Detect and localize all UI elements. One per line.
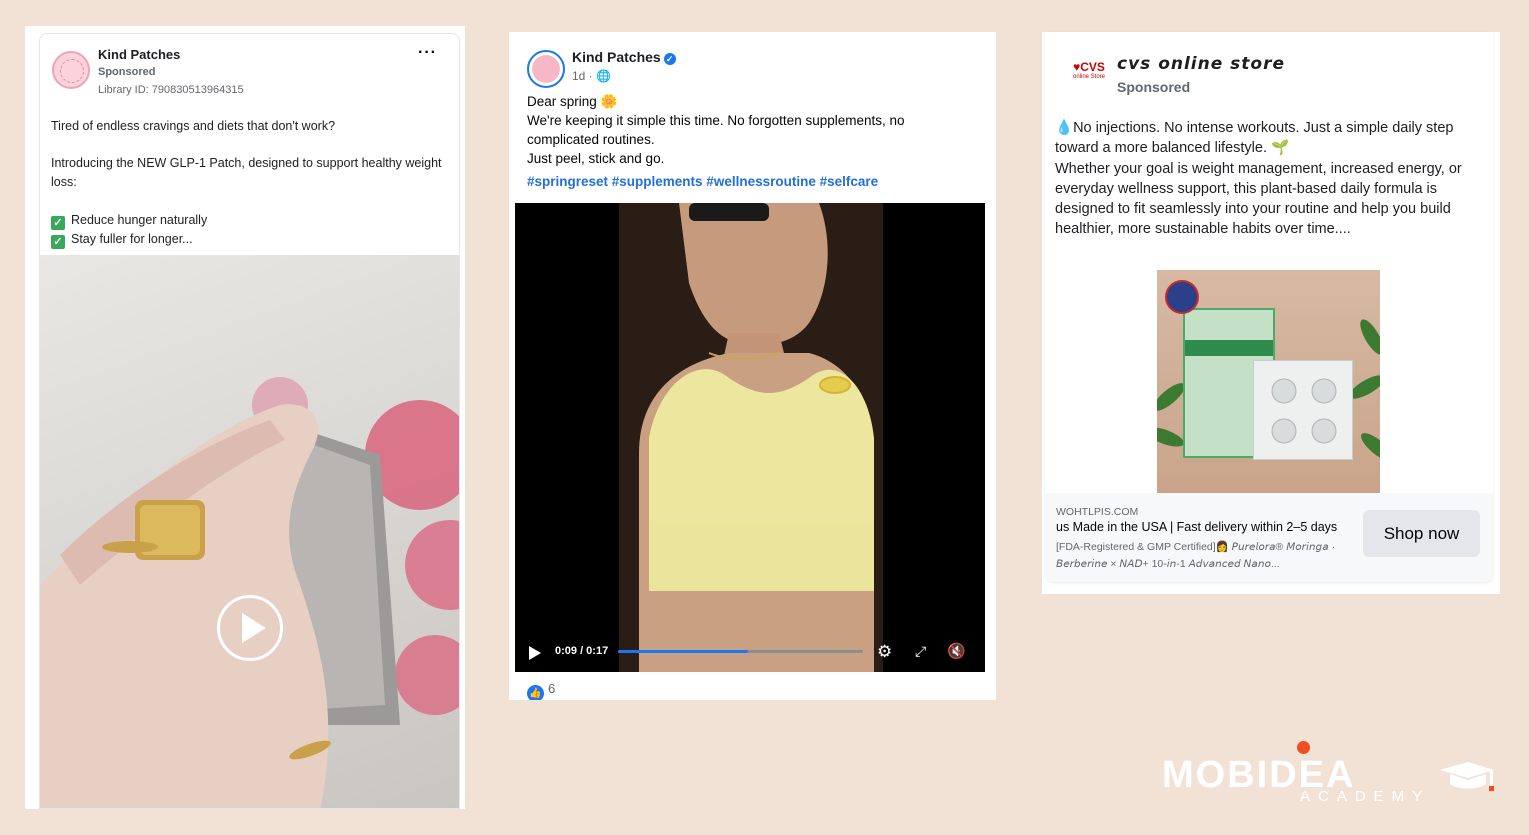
settings-gear-icon[interactable]: ⚙ xyxy=(877,643,892,660)
sprout-icon: 🌱 xyxy=(1271,140,1290,157)
leaf-decoration xyxy=(1157,423,1187,451)
like-count: 6 xyxy=(548,681,556,696)
sponsored-label: Sponsored xyxy=(1117,79,1191,95)
post-text-line-1: Dear spring xyxy=(527,94,597,109)
video-frame-illustration xyxy=(40,377,459,808)
post-text-line-2: We're keeping it simple this time. No fo… xyxy=(527,113,905,147)
post-video[interactable]: 0:09 / 0:17 ⚙ ⤢ 🔇 xyxy=(515,203,985,672)
logo-text: ♥CVS xyxy=(1073,60,1105,74)
verified-badge-icon: ✓ xyxy=(663,53,676,65)
ad-text-line: Introducing the NEW GLP-1 Patch, designe… xyxy=(51,156,442,189)
link-footer[interactable]: WOHTLPIS.COM us Made in the USA | Fast d… xyxy=(1045,493,1493,582)
page-avatar-logo[interactable]: ♥CVS online Store xyxy=(1067,60,1111,92)
logo-dot xyxy=(1297,741,1310,754)
bullet-text: Stay fuller for longer... xyxy=(71,232,193,246)
ad-card-cvs-frame: ♥CVS online Store cvs online store Spons… xyxy=(1042,32,1500,594)
usa-badge-icon xyxy=(1165,280,1199,314)
check-icon: ✓ xyxy=(51,216,65,230)
mobidea-academy-logo: MOBIDEA ACADEMY xyxy=(1162,738,1502,808)
link-domain: WOHTLPIS.COM xyxy=(1056,506,1139,518)
ad-text-line: Tired of endless cravings and diets that… xyxy=(51,119,336,133)
leaf-decoration xyxy=(1355,316,1380,358)
logo-subtext: online Store xyxy=(1072,74,1106,80)
video-frame xyxy=(619,203,883,672)
product-box-band xyxy=(1185,340,1273,356)
bullet-text: Reduce hunger naturally xyxy=(71,213,208,227)
like-thumb-icon: 👍 xyxy=(527,685,544,700)
link-headline[interactable]: us Made in the USA | Fast delivery withi… xyxy=(1056,520,1337,534)
ad-card-kind-patches-2: Kind Patches ✓ 1d · 🌐 Dear spring 🌼 We're… xyxy=(515,38,985,700)
ad-card-cvs: ♥CVS online Store cvs online store Spons… xyxy=(1045,32,1493,582)
page-name-row[interactable]: Kind Patches ✓ xyxy=(572,49,676,65)
ad-body-text: 💧No injections. No intense workouts. Jus… xyxy=(1055,118,1475,240)
patch-sheet-illustration xyxy=(1271,378,1337,444)
patch-sheet xyxy=(1253,360,1353,460)
post-text-line-3: Just peel, stick and go. xyxy=(527,151,665,166)
check-icon: ✓ xyxy=(51,235,65,249)
play-button[interactable] xyxy=(217,595,283,661)
bullet-item: ✓ Reduce hunger naturally xyxy=(51,211,446,230)
post-time[interactable]: 1d · xyxy=(572,69,596,83)
leaf-decoration xyxy=(1357,428,1380,466)
hashtags[interactable]: #springreset #supplements #wellnessrouti… xyxy=(527,174,878,189)
post-text: Dear spring 🌼 We're keeping it simple th… xyxy=(527,92,967,168)
ad-card-kind-patches-1-frame: Kind Patches Sponsored Library ID: 79083… xyxy=(25,26,465,809)
bullet-item: ✓ Stay fuller for longer... xyxy=(51,230,446,249)
link-description: [FDA-Registered & GMP Certified]👩 𝘗𝘶𝘳𝘦𝘭𝘰… xyxy=(1056,541,1336,570)
shop-now-button[interactable]: Shop now xyxy=(1363,510,1480,557)
video-play-icon[interactable] xyxy=(529,646,541,660)
sponsored-label: Sponsored xyxy=(98,66,156,78)
ad-body-line-2: Whether your goal is weight management, … xyxy=(1055,160,1462,238)
more-options-icon[interactable]: ··· xyxy=(418,44,437,62)
video-time: 0:09 / 0:17 xyxy=(555,645,609,657)
sun-emoji-icon: 🌼 xyxy=(600,94,618,109)
library-id: Library ID: 790830513964315 xyxy=(98,84,244,96)
ad-card-kind-patches-1: Kind Patches Sponsored Library ID: 79083… xyxy=(39,33,460,809)
ad-video[interactable] xyxy=(40,255,459,808)
graduation-cap-icon xyxy=(1440,762,1494,791)
page-name[interactable]: Kind Patches xyxy=(572,49,661,65)
video-progress-fill xyxy=(618,650,748,653)
product-image[interactable] xyxy=(1157,270,1380,493)
logo-subtitle: ACADEMY xyxy=(1300,788,1431,805)
post-text-line: Dear spring 🌼 xyxy=(527,92,967,111)
post-meta: 1d · 🌐 xyxy=(572,69,611,83)
page-avatar[interactable] xyxy=(52,51,90,89)
video-frame-illustration xyxy=(619,203,883,672)
ad-body-text-1: No injections. No intense workouts. Just… xyxy=(1055,120,1454,157)
video-progress-bar[interactable] xyxy=(618,650,863,653)
reactions-row[interactable]: 👍 6 xyxy=(527,681,555,700)
ad-card-kind-patches-2-frame: Kind Patches ✓ 1d · 🌐 Dear spring 🌼 We're… xyxy=(509,32,996,700)
page-avatar[interactable] xyxy=(527,50,565,88)
mute-speaker-icon[interactable]: 🔇 xyxy=(947,643,966,660)
fullscreen-icon[interactable]: ⤢ xyxy=(915,643,926,660)
globe-icon: 🌐 xyxy=(596,69,611,83)
page-name[interactable]: cvs online store xyxy=(1117,54,1285,74)
water-drop-icon: 💧 xyxy=(1055,120,1074,136)
ad-body-line-1: 💧No injections. No intense workouts. Jus… xyxy=(1055,118,1475,159)
page-name[interactable]: Kind Patches xyxy=(98,47,180,62)
